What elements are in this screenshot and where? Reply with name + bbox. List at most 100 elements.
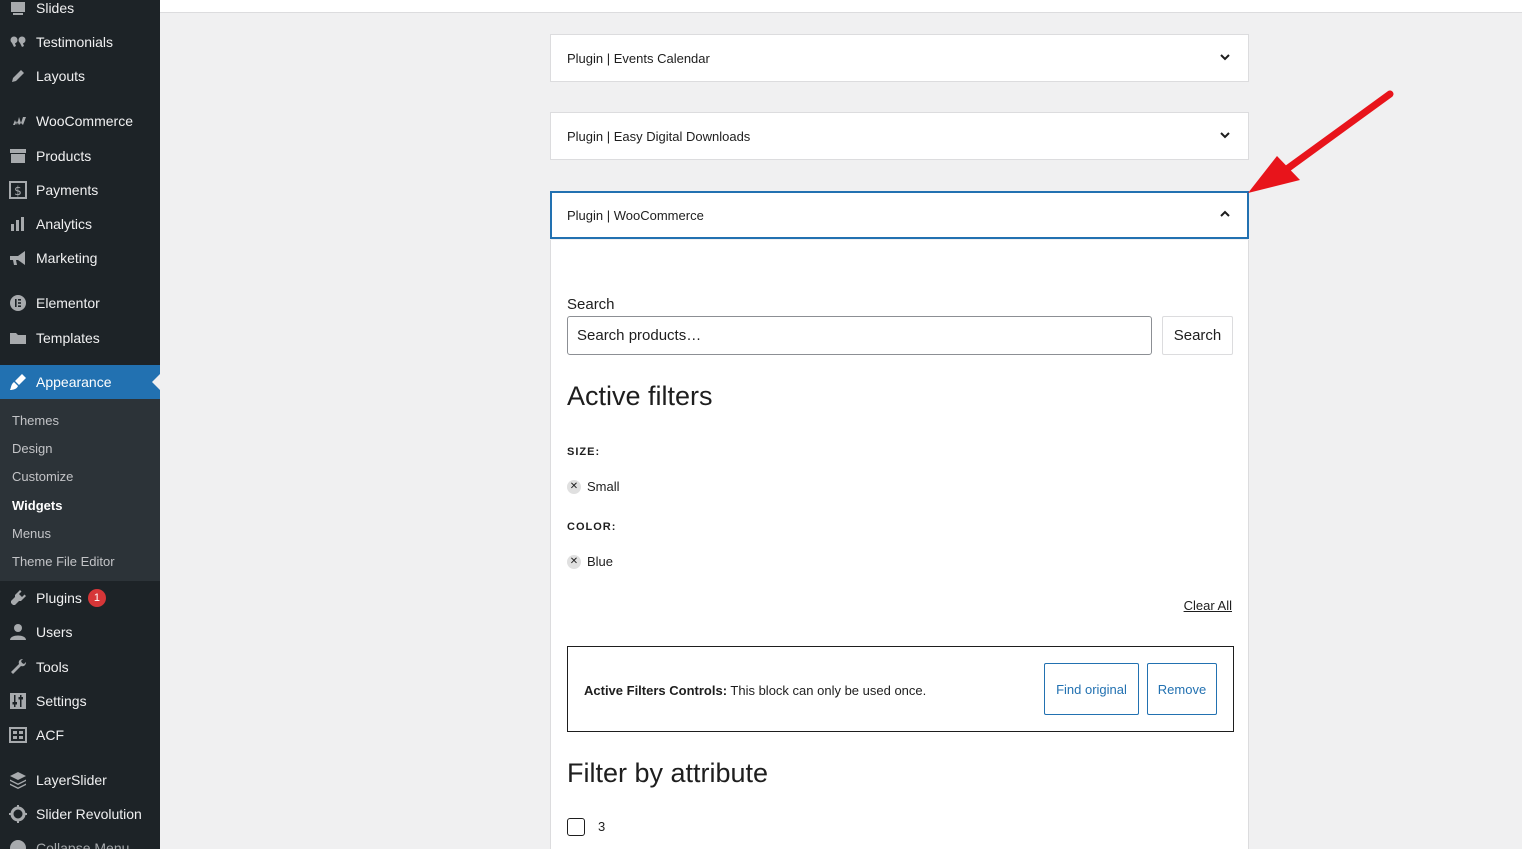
archive-icon (0, 146, 36, 166)
plug-icon (0, 588, 36, 608)
sidebar-item-users[interactable]: Users (0, 615, 160, 649)
sidebar-item-label: ACF (36, 727, 64, 743)
notice-bold: Active Filters Controls: (584, 683, 728, 698)
collapse-icon (0, 838, 36, 849)
attribute-checkbox[interactable] (567, 818, 585, 836)
folder-icon (0, 328, 36, 348)
remove-button[interactable]: Remove (1147, 663, 1217, 715)
sidebar-item-acf[interactable]: ACF (0, 718, 160, 752)
sidebar-item-label: Users (36, 624, 73, 640)
accordion-woocommerce[interactable]: Plugin | WooCommerce (550, 191, 1249, 239)
woocommerce-widget-panel: Search Search Active filters SIZE: ✕ Sma… (550, 240, 1249, 849)
notice-message: Active Filters Controls: This block can … (584, 683, 926, 698)
sidebar-item-woocommerce[interactable]: WooCommerce (0, 104, 160, 138)
accordion-events-calendar[interactable]: Plugin | Events Calendar (550, 34, 1249, 82)
remove-filter-icon[interactable]: ✕ (567, 479, 581, 494)
quote-icon (0, 32, 36, 52)
sidebar-item-marketing[interactable]: Marketing (0, 241, 160, 275)
sidebar-item-templates[interactable]: Templates (0, 321, 160, 355)
sidebar-item-testimonials[interactable]: Testimonials (0, 25, 160, 59)
top-divider (160, 12, 1522, 13)
sidebar-item-slider-revolution[interactable]: Slider Revolution (0, 797, 160, 831)
filter-label-color: COLOR: (567, 521, 617, 533)
accordion-title: Plugin | WooCommerce (567, 207, 704, 223)
sidebar-item-layouts[interactable]: Layouts (0, 59, 160, 93)
submenu-item-design[interactable]: Design (12, 441, 52, 456)
attribute-option-label: 3 (598, 819, 606, 834)
user-icon (0, 622, 36, 642)
wrench-icon (0, 657, 36, 677)
sidebar-item-label: Collapse Menu (36, 840, 130, 849)
sidebar-item-label: Appearance (36, 374, 112, 390)
layers-icon (0, 770, 36, 790)
submenu-item-menus[interactable]: Menus (12, 526, 51, 541)
sidebar-item-label: Testimonials (36, 34, 114, 50)
sidebar-item-layerslider[interactable]: LayerSlider (0, 763, 160, 797)
bar-chart-icon (0, 214, 36, 234)
sidebar-item-settings[interactable]: Settings (0, 684, 160, 718)
filter-value: Small (587, 479, 620, 494)
accordion-title: Plugin | Easy Digital Downloads (567, 128, 751, 144)
sidebar-item-tools[interactable]: Tools (0, 650, 160, 684)
sidebar-item-elementor[interactable]: Elementor (0, 286, 160, 320)
dollar-icon: $ (0, 180, 36, 200)
sidebar-item-label: Plugins (36, 590, 82, 606)
sidebar-item-analytics[interactable]: Analytics (0, 207, 160, 241)
revolution-icon (0, 804, 36, 824)
sidebar-item-label: Payments (36, 182, 99, 198)
appearance-submenu: Themes Design Customize Widgets Menus Th… (0, 399, 160, 581)
sidebar-item-label: Settings (36, 693, 87, 709)
sidebar-collapse-menu[interactable]: Collapse Menu (0, 831, 160, 849)
submenu-item-theme-file-editor[interactable]: Theme File Editor (12, 554, 115, 569)
sidebar-item-label: Elementor (36, 295, 100, 311)
top-strip (160, 0, 1522, 12)
sliders-icon (0, 691, 36, 711)
active-filters-heading: Active filters (567, 381, 713, 411)
accordion-title: Plugin | Events Calendar (567, 50, 710, 66)
sidebar-item-label: Tools (36, 659, 69, 675)
filter-chip-small: ✕ Small (567, 479, 620, 494)
admin-sidebar: Slides Testimonials Layouts WooCommerce … (0, 0, 160, 849)
submenu-item-widgets[interactable]: Widgets (12, 498, 62, 513)
search-button[interactable]: Search (1162, 316, 1233, 355)
block-notice: Active Filters Controls: This block can … (567, 646, 1234, 732)
elementor-icon (0, 293, 36, 313)
filter-label-size: SIZE: (567, 446, 601, 458)
slides-icon (0, 0, 36, 18)
sidebar-item-label: Analytics (36, 216, 93, 232)
update-count-badge: 1 (87, 589, 106, 607)
sidebar-item-products[interactable]: Products (0, 139, 160, 173)
red-arrow-annotation (1248, 90, 1394, 193)
sidebar-item-label: Slides (36, 0, 75, 16)
sidebar-item-slides[interactable]: Slides (0, 0, 160, 25)
sidebar-item-appearance[interactable]: Appearance (0, 365, 160, 399)
notice-text: This block can only be used once. (727, 683, 927, 698)
search-input[interactable] (567, 316, 1152, 355)
sidebar-item-label: Marketing (36, 250, 98, 266)
clear-all-link[interactable]: Clear All (1184, 598, 1232, 613)
woocommerce-icon (0, 111, 36, 131)
sidebar-item-label: LayerSlider (36, 772, 107, 788)
sidebar-item-label: Templates (36, 330, 100, 346)
svg-text:$: $ (14, 184, 22, 198)
sidebar-item-label: Layouts (36, 68, 86, 84)
sidebar-item-label: Slider Revolution (36, 806, 142, 822)
submenu-item-themes[interactable]: Themes (12, 413, 59, 428)
filter-value: Blue (587, 554, 614, 569)
find-original-button[interactable]: Find original (1044, 663, 1139, 715)
search-label: Search (567, 296, 615, 313)
chevron-up-icon (1218, 207, 1232, 224)
pencil-icon (0, 66, 36, 86)
chevron-down-icon (1218, 128, 1232, 145)
filter-chip-blue: ✕ Blue (567, 554, 613, 569)
sidebar-item-label: WooCommerce (36, 113, 133, 129)
sidebar-item-plugins[interactable]: Plugins 1 (0, 581, 160, 615)
grid-icon (0, 725, 36, 745)
submenu-item-customize[interactable]: Customize (12, 469, 73, 484)
megaphone-icon (0, 248, 36, 268)
remove-filter-icon[interactable]: ✕ (567, 554, 581, 569)
chevron-down-icon (1218, 50, 1232, 67)
sidebar-item-payments[interactable]: $ Payments (0, 173, 160, 207)
accordion-easy-digital-downloads[interactable]: Plugin | Easy Digital Downloads (550, 112, 1249, 160)
sidebar-item-label: Products (36, 148, 92, 164)
